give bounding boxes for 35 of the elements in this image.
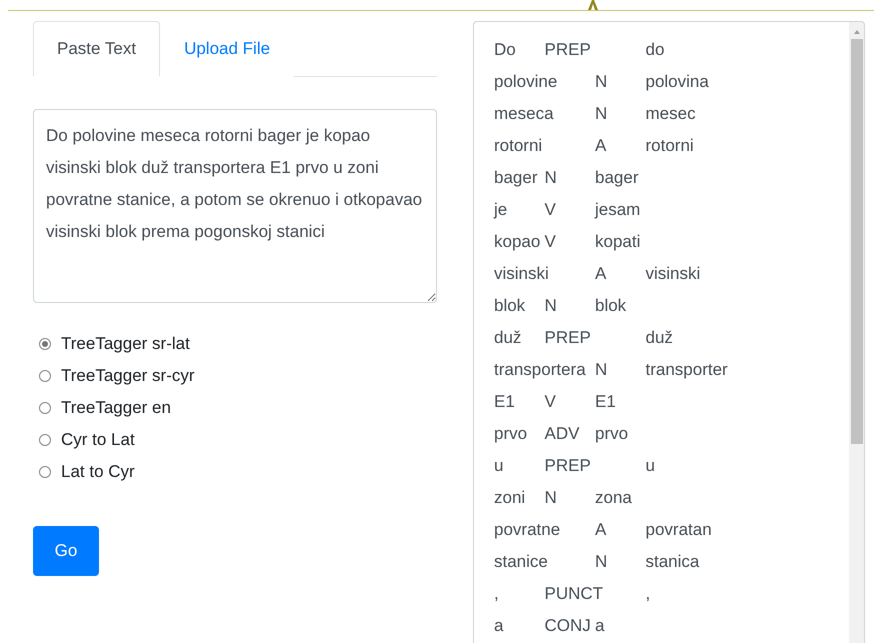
output-line: bager N bager — [494, 167, 640, 189]
output-line: , PUNCT , — [494, 583, 652, 605]
output-line: transportera N transporter — [494, 359, 729, 381]
radio-button[interactable] — [39, 338, 51, 350]
output-line: zoni N zona — [494, 487, 633, 509]
option-label[interactable]: TreeTagger sr-cyr — [61, 366, 195, 386]
output-line: meseca N mesec — [494, 103, 697, 125]
option-label[interactable]: TreeTagger sr-lat — [61, 334, 190, 354]
output-line: E1 V E1 — [494, 391, 617, 413]
option-label[interactable]: Cyr to Lat — [61, 430, 135, 450]
output-line: je V jesam — [494, 199, 642, 221]
radio-button[interactable] — [39, 466, 51, 478]
output-line: duž PREP duž — [494, 327, 674, 349]
output-line: a CONJ a — [494, 615, 606, 637]
output-line: stanice N stanica — [494, 551, 700, 573]
logo-icon — [586, 0, 600, 10]
radio-button[interactable] — [39, 402, 51, 414]
text-input-field[interactable]: Do polovine meseca rotorni bager je kopao visinski blok duž transportera E1 prvo u zoni povratne stanice, a potom se okrenuo i otkopavao visinski blok prema pogonskoj stanici — [33, 109, 437, 303]
output-line: visinski A visinski — [494, 263, 702, 285]
output-line: prvo ADV prvo — [494, 423, 630, 445]
scrollbar[interactable] — [849, 22, 864, 643]
scroll-up-icon[interactable] — [852, 28, 860, 36]
radio-button[interactable] — [39, 434, 51, 446]
output-line: rotorni A rotorni — [494, 135, 695, 157]
option-label[interactable]: Lat to Cyr — [61, 462, 135, 482]
output-line: blok N blok — [494, 295, 628, 317]
output-line: polovine N polovina — [494, 71, 710, 93]
option-label[interactable]: TreeTagger en — [61, 398, 171, 418]
radio-button[interactable] — [39, 370, 51, 382]
output-line: Do PREP do — [494, 39, 666, 61]
output-line: u PREP u — [494, 455, 656, 477]
output-line: povratne A povratan — [494, 519, 713, 541]
output-line: kopao V kopati — [494, 231, 642, 253]
go-button[interactable]: Go — [33, 526, 99, 576]
tab[interactable]: Paste Text — [33, 21, 160, 77]
